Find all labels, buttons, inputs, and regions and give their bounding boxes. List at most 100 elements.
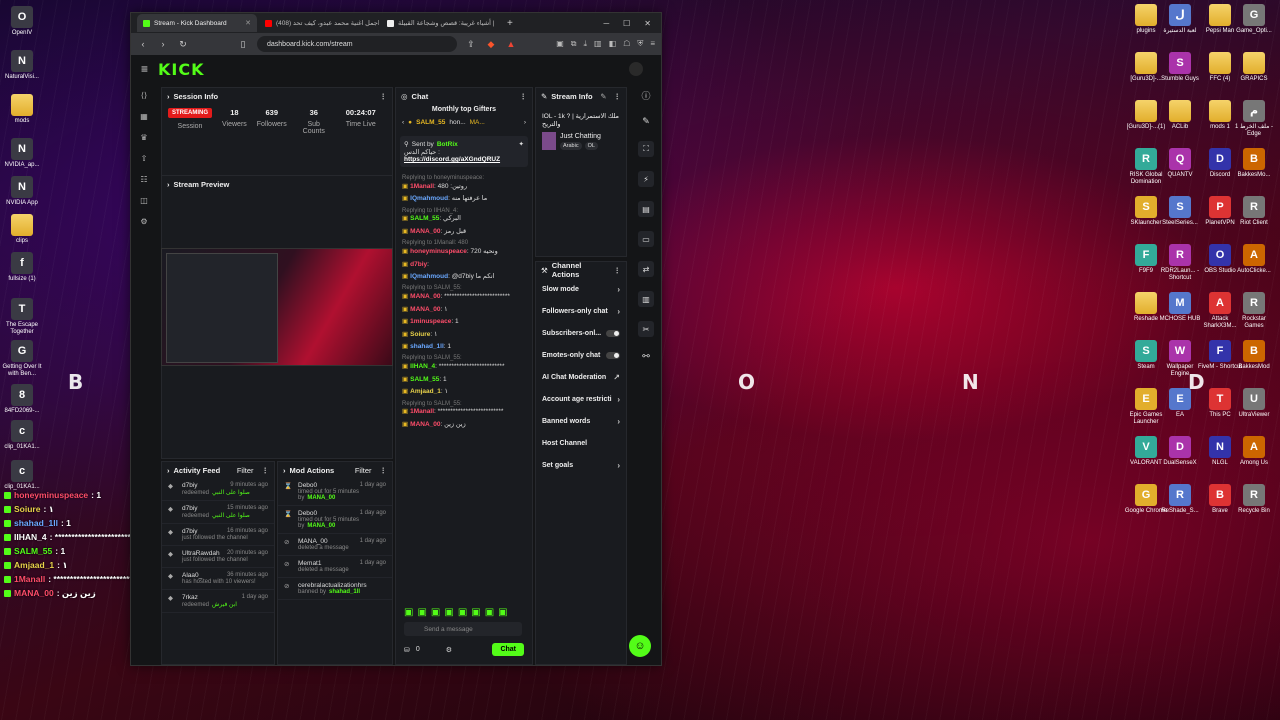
desktop-icon[interactable]: R Rockstar Games: [1232, 292, 1276, 329]
prev-arrow-icon[interactable]: ‹: [402, 119, 404, 126]
desktop-icon[interactable]: G Game_Opti...: [1232, 4, 1276, 35]
desktop-icon[interactable]: U UltraViewer: [1232, 388, 1276, 419]
chat-username[interactable]: SALM_55: [410, 215, 439, 222]
new-tab-button[interactable]: +: [503, 18, 517, 29]
desktop-icon[interactable]: D DualSenseX: [1158, 436, 1202, 467]
channel-action-item[interactable]: Account age restricti ›: [536, 388, 626, 410]
stream-preview-video[interactable]: [161, 248, 393, 366]
pinned-link[interactable]: https://discord.gg/aXGndQRUZ: [404, 156, 524, 163]
desktop-icon[interactable]: S Stumble Guys: [1158, 52, 1202, 83]
channel-action-item[interactable]: Banned words ›: [536, 410, 626, 432]
chat-username[interactable]: shahad_1ll: [410, 343, 444, 350]
community-nav-icon[interactable]: ☷: [140, 175, 147, 184]
mod-by-user[interactable]: MANA_00: [307, 495, 335, 501]
desktop-icon[interactable]: م ملف الخرط 1 - Edge: [1232, 100, 1276, 137]
channel-action-item[interactable]: Subscribers-onl...: [536, 322, 626, 344]
desktop-icon[interactable]: A Among Us: [1232, 436, 1276, 467]
browser-menu-icon[interactable]: ≡: [650, 39, 655, 49]
next-arrow-icon[interactable]: ›: [524, 119, 526, 126]
minimize-icon[interactable]: ─: [603, 19, 609, 28]
hamburger-menu-icon[interactable]: ≡: [141, 62, 148, 76]
desktop-icon[interactable]: R Riot Client: [1232, 196, 1276, 227]
desktop-icon[interactable]: W Wallpaper Engine: [1158, 340, 1202, 377]
chevron-icon[interactable]: ›: [167, 466, 170, 475]
info-icon[interactable]: ⓘ: [641, 89, 650, 102]
poll-icon[interactable]: ▥: [638, 291, 654, 307]
activity-user[interactable]: d7biy: [182, 482, 198, 489]
emote-icon[interactable]: ▣: [498, 607, 507, 618]
chat-username[interactable]: MANA_00: [410, 293, 440, 300]
mod-target-user[interactable]: Debo0: [298, 510, 317, 517]
emote-icon[interactable]: ▣: [485, 607, 494, 618]
avatar[interactable]: [629, 62, 643, 76]
vpn-icon[interactable]: ⛨: [637, 39, 643, 49]
activity-user[interactable]: d7biy: [182, 528, 198, 535]
desktop-icon[interactable]: E EA: [1158, 388, 1202, 419]
channel-action-item[interactable]: Set goals ›: [536, 454, 626, 476]
send-chat-button[interactable]: Chat: [492, 643, 524, 656]
chat-username[interactable]: IQmahmoud: [410, 273, 448, 280]
more-options-icon[interactable]: ⋮: [380, 92, 388, 101]
settings-nav-icon[interactable]: ⚙: [140, 217, 147, 226]
chat-username[interactable]: 1Manall: [410, 183, 434, 190]
more-options-icon[interactable]: ⋮: [380, 466, 388, 475]
emote-icon[interactable]: ▣: [444, 607, 453, 618]
swap-icon[interactable]: ⇄: [638, 261, 654, 277]
maximize-icon[interactable]: ☐: [623, 19, 630, 28]
desktop-icon[interactable]: Q QUANTV: [1158, 148, 1202, 179]
chat-username[interactable]: IQmahmoud: [410, 195, 448, 202]
desktop-icon[interactable]: N NVIDIA_ap...: [0, 138, 44, 169]
pencil-icon[interactable]: ✎: [642, 116, 650, 127]
trophy-nav-icon[interactable]: ♛: [140, 133, 147, 142]
mod-target-user[interactable]: MANA_00: [298, 538, 328, 545]
desktop-icon[interactable]: N NVIDIA App: [0, 176, 44, 207]
emote-icon[interactable]: ▣: [431, 607, 440, 618]
desktop-icon[interactable]: S SteelSeries...: [1158, 196, 1202, 227]
chat-username[interactable]: Soiure: [410, 331, 430, 338]
chat-username[interactable]: SALM_55: [410, 376, 439, 383]
emote-icon[interactable]: ▣: [458, 607, 467, 618]
toggle-switch[interactable]: [606, 329, 620, 337]
chat-settings-icon[interactable]: ⚙: [446, 646, 452, 654]
close-window-icon[interactable]: ✕: [644, 19, 651, 28]
message-icon[interactable]: ▭: [638, 231, 654, 247]
chat-username[interactable]: honeyminuspeace: [410, 248, 467, 255]
chat-username[interactable]: 1Manall: [410, 408, 434, 415]
channel-action-item[interactable]: Host Channel: [536, 432, 626, 454]
points-icon[interactable]: ⛁: [404, 646, 410, 654]
chevron-icon[interactable]: ›: [167, 92, 170, 101]
reload-icon[interactable]: ↻: [177, 39, 189, 50]
channel-action-item[interactable]: Followers-only chat ›: [536, 300, 626, 322]
mod-target-user[interactable]: Debo0: [298, 482, 317, 489]
tools-icon[interactable]: ✂: [638, 321, 654, 337]
flash-icon[interactable]: ⚡: [638, 171, 654, 187]
share-icon[interactable]: ⇪: [465, 39, 477, 50]
desktop-icon[interactable]: clips: [0, 214, 44, 245]
unpin-icon[interactable]: ✦: [519, 140, 524, 148]
desktop-icon[interactable]: 8 84FD2069-...: [0, 384, 44, 415]
edit-icon[interactable]: ✎: [600, 92, 606, 101]
forward-icon[interactable]: ›: [157, 39, 169, 49]
chat-username[interactable]: Amjaad_1: [410, 388, 441, 395]
channel-action-item[interactable]: AI Chat Moderation ↗: [536, 366, 626, 388]
chat-username[interactable]: IIHAN_4: [410, 363, 435, 370]
chat-username[interactable]: MANA_00: [410, 306, 440, 313]
extension-icon[interactable]: ☖: [623, 39, 630, 49]
channel-action-item[interactable]: Slow mode ›: [536, 278, 626, 300]
dashboard-nav-icon[interactable]: ▦: [140, 112, 148, 121]
more-options-icon[interactable]: ⋮: [262, 466, 270, 475]
tab-other[interactable]: أشياء غريبة: قصص وشجاعة القبيلة |: [381, 14, 501, 32]
desktop-icon[interactable]: R RDR2Laun... - Shortcut: [1158, 244, 1202, 281]
desktop-icon[interactable]: M MCHOSE HUB: [1158, 292, 1202, 323]
brave-shield-icon[interactable]: ◆: [485, 39, 497, 50]
channel-action-item[interactable]: Emotes-only chat: [536, 344, 626, 366]
desktop-icon[interactable]: c clip_01KA1...: [0, 460, 44, 491]
desktop-icon[interactable]: N NaturalVisi...: [0, 50, 44, 81]
desktop-icon[interactable]: GRAPICS: [1232, 52, 1276, 83]
desktop-icon[interactable]: B BakkesMod: [1232, 340, 1276, 371]
chat-input[interactable]: Send a message: [404, 622, 522, 636]
chat-username[interactable]: d7biy: [410, 261, 427, 268]
back-icon[interactable]: ‹: [137, 39, 149, 49]
desktop-icon[interactable]: B BakkesMo...: [1232, 148, 1276, 179]
kick-logo[interactable]: KICK: [158, 60, 205, 79]
